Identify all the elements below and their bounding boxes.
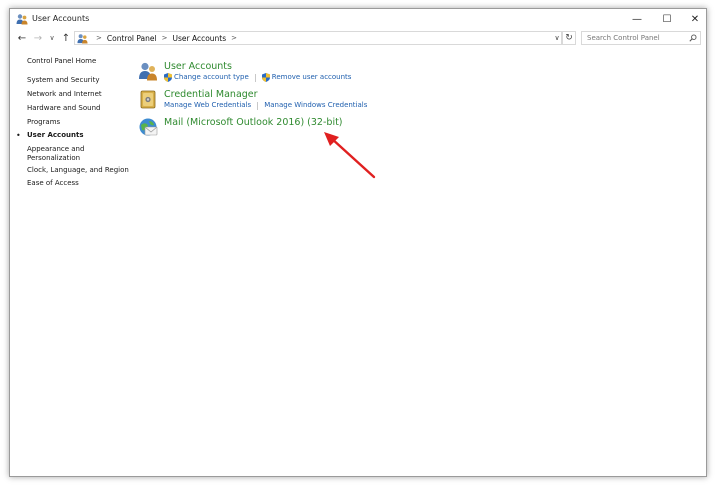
refresh-icon: ↻	[565, 33, 573, 43]
category-links: Manage Web Credentials Manage Windows Cr…	[164, 101, 367, 110]
forward-arrow-icon: →	[33, 32, 43, 44]
sidebar-item-hardware-and-sound[interactable]: Hardware and Sound	[27, 104, 100, 113]
close-button[interactable]: ✕	[681, 9, 706, 29]
up-arrow-icon: ↑	[61, 32, 71, 44]
manage-web-credentials-link[interactable]: Manage Web Credentials	[164, 101, 251, 110]
sidebar-item-control-panel-home[interactable]: Control Panel Home	[27, 57, 96, 66]
minimize-icon: —	[632, 13, 642, 25]
up-button[interactable]: ↑	[60, 31, 72, 45]
back-button[interactable]: ←	[16, 31, 28, 45]
users-icon	[139, 62, 157, 81]
shield-icon	[164, 73, 172, 82]
remove-user-accounts-link[interactable]: Remove user accounts	[272, 73, 352, 82]
recent-locations-button[interactable]: ∨	[46, 31, 58, 45]
navigation-bar: ← → ∨ ↑ > Control Panel > User Accounts …	[10, 29, 706, 47]
shield-icon	[261, 73, 270, 82]
link-divider	[254, 73, 256, 82]
breadcrumb-separator: >	[161, 34, 168, 42]
minimize-button[interactable]: —	[623, 9, 651, 29]
sidebar-item-system-and-security[interactable]: System and Security	[27, 76, 99, 85]
breadcrumb-control-panel[interactable]: Control Panel	[107, 34, 157, 43]
manage-windows-credentials-link[interactable]: Manage Windows Credentials	[264, 101, 367, 110]
change-account-type-link[interactable]: Change account type	[174, 73, 249, 82]
search-icon	[689, 34, 697, 42]
sidebar-item-ease-of-access[interactable]: Ease of Access	[27, 179, 79, 188]
address-dropdown-button[interactable]: ∨	[552, 32, 562, 44]
annotation-arrow-icon	[324, 132, 376, 179]
close-icon: ✕	[690, 13, 700, 25]
refresh-button[interactable]: ↻	[562, 31, 576, 45]
users-icon	[16, 14, 28, 25]
chevron-down-icon: ∨	[554, 34, 560, 42]
window-title: User Accounts	[32, 14, 90, 23]
category-links: Change account type Remove user accounts	[164, 73, 351, 82]
user-accounts-window: User Accounts — ☐ ✕ ← → ∨ ↑ > Control Pa…	[9, 8, 707, 477]
address-bar[interactable]: > Control Panel > User Accounts >	[74, 31, 562, 45]
sidebar-item-appearance-and[interactable]: Appearance and	[27, 145, 84, 154]
maximize-button[interactable]: ☐	[653, 9, 681, 29]
sidebar-item-clock-language-region[interactable]: Clock, Language, and Region	[27, 166, 129, 175]
sidebar-item-user-accounts[interactable]: User Accounts	[27, 131, 84, 140]
back-arrow-icon: ←	[17, 32, 27, 44]
mail-icon	[139, 118, 158, 136]
forward-button[interactable]: →	[32, 31, 44, 45]
category-title-user-accounts[interactable]: User Accounts	[164, 61, 232, 73]
title-bar: User Accounts — ☐ ✕	[10, 9, 706, 29]
control-panel-icon	[77, 34, 88, 44]
credential-vault-icon	[140, 90, 156, 109]
category-title-mail[interactable]: Mail (Microsoft Outlook 2016) (32-bit)	[164, 117, 343, 129]
category-title-credential-manager[interactable]: Credential Manager	[164, 89, 258, 101]
sidebar-item-programs[interactable]: Programs	[27, 118, 60, 127]
breadcrumb-separator: >	[231, 34, 238, 42]
breadcrumb-separator: >	[96, 34, 102, 42]
breadcrumb: > Control Panel > User Accounts >	[91, 32, 242, 44]
link-divider	[257, 101, 259, 110]
chevron-down-icon: ∨	[49, 34, 55, 42]
breadcrumb-user-accounts[interactable]: User Accounts	[172, 34, 226, 43]
sidebar-item-personalization[interactable]: Personalization	[27, 154, 80, 163]
sidebar-item-network-and-internet[interactable]: Network and Internet	[27, 90, 102, 99]
search-placeholder: Search Control Panel	[587, 34, 660, 42]
maximize-icon: ☐	[662, 13, 672, 25]
search-input[interactable]: Search Control Panel	[581, 31, 701, 45]
current-item-bullet: •	[16, 131, 21, 140]
